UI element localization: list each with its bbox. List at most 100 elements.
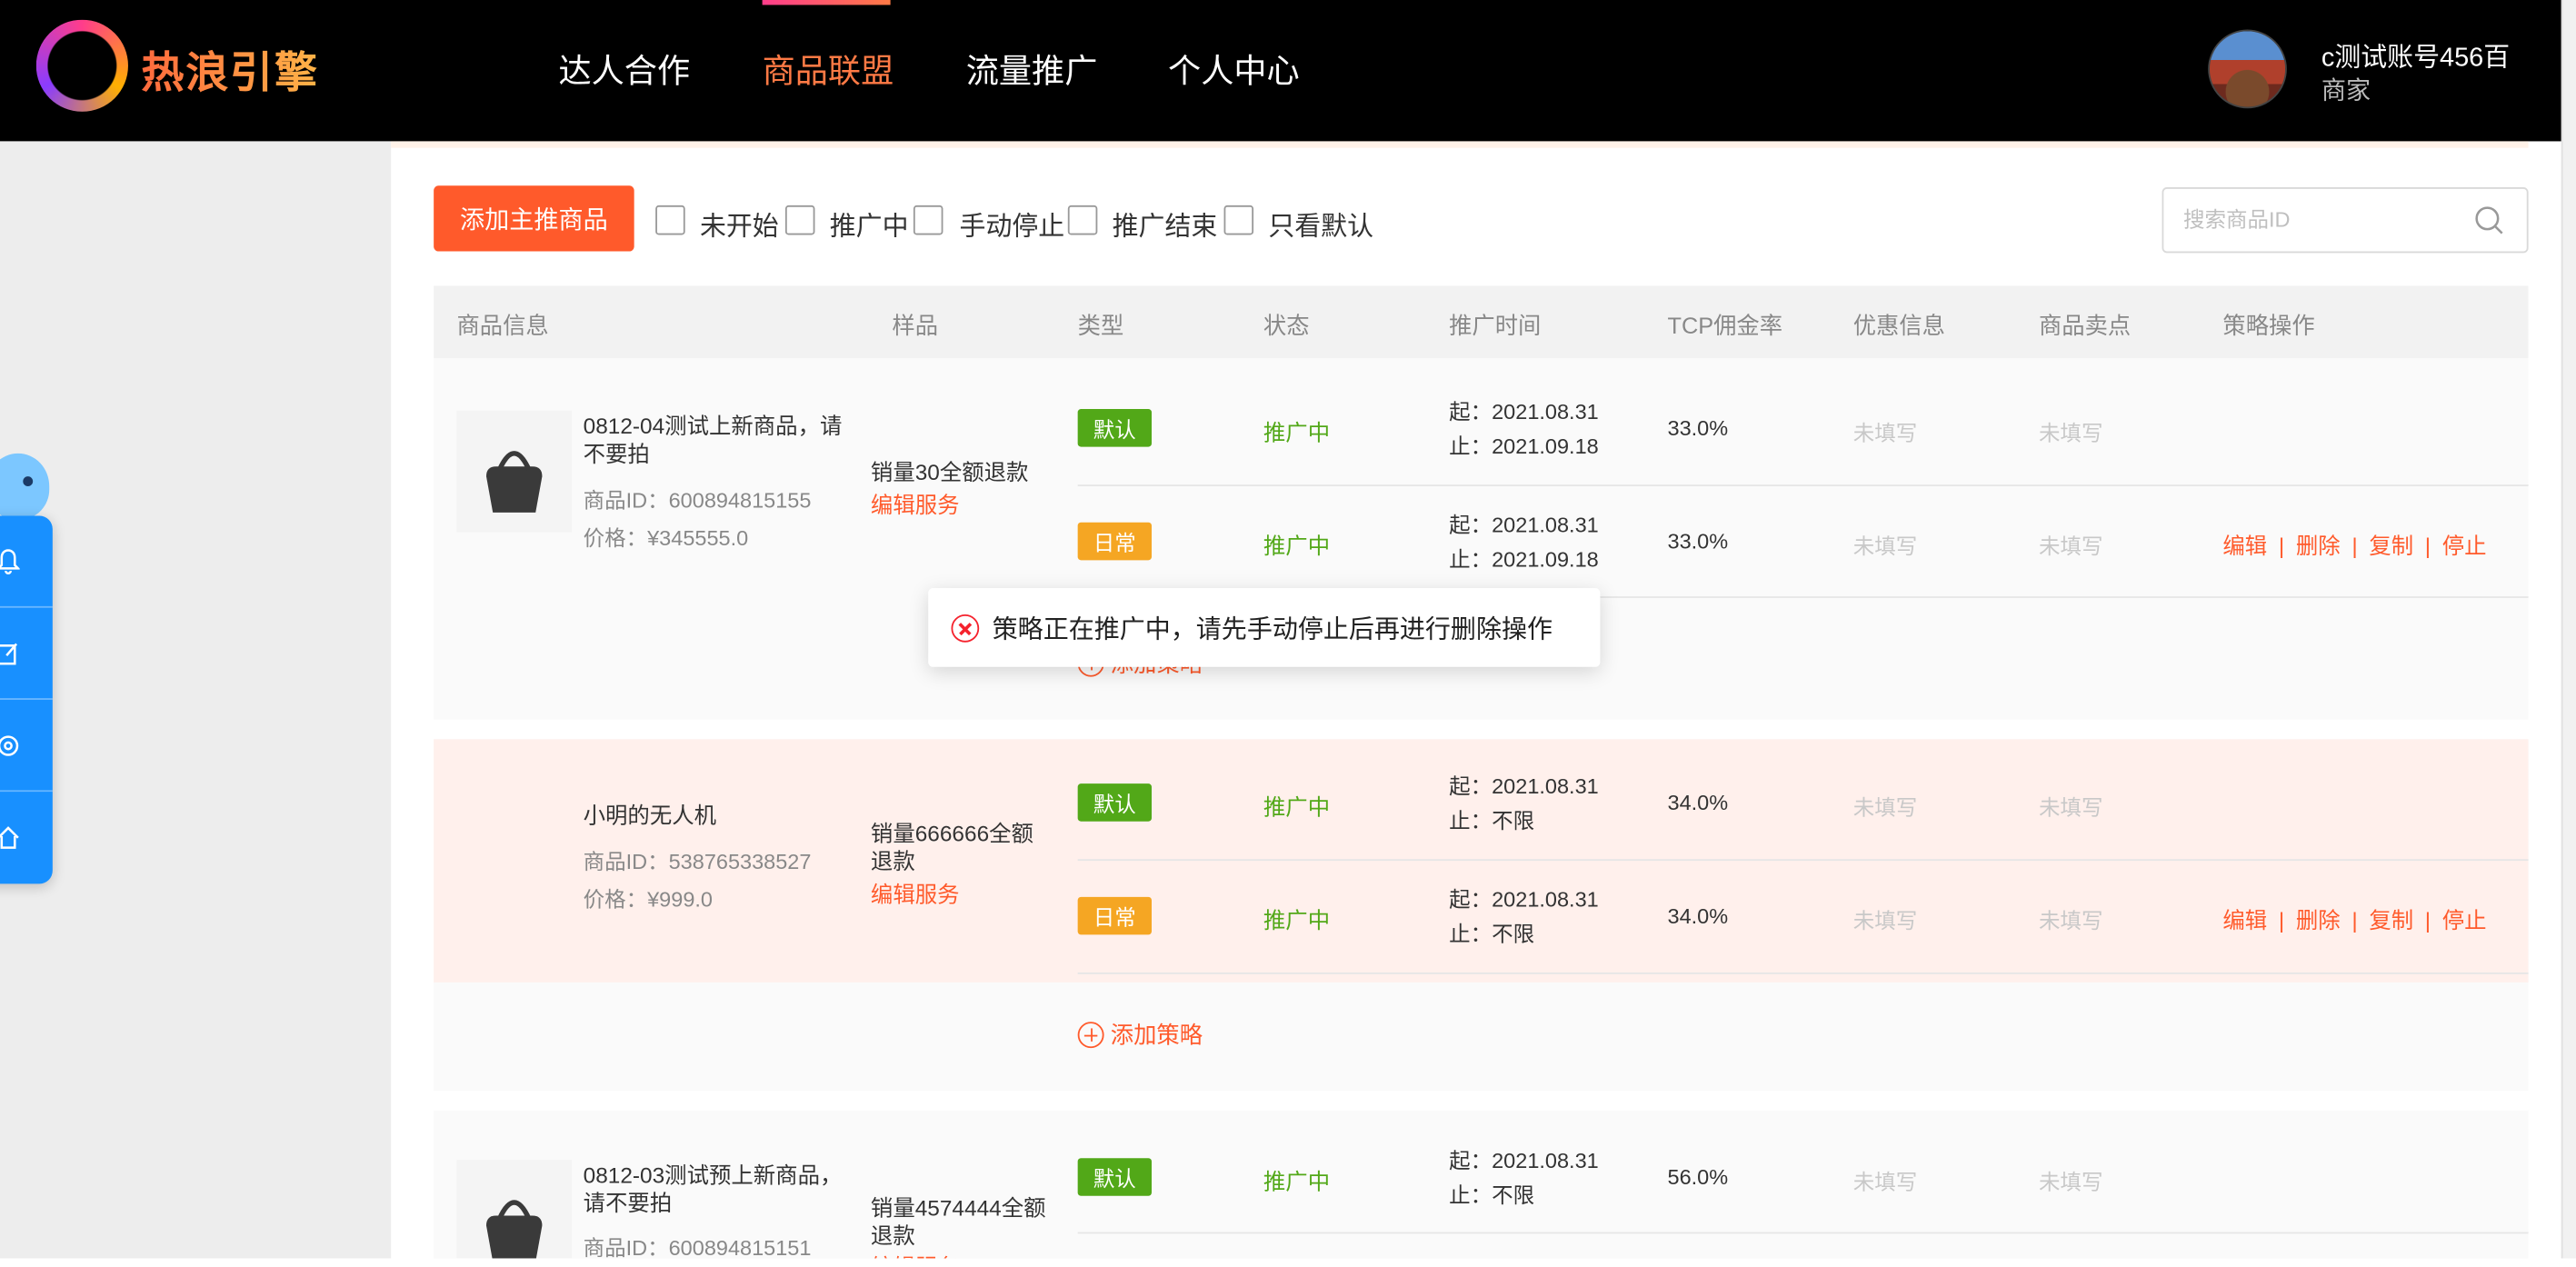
filter-manual-stop-checkbox[interactable] <box>913 205 944 235</box>
edit-link[interactable]: 编辑 <box>2222 908 2267 933</box>
product-name[interactable]: 0812-03测试预上新商品，请不要拍 <box>584 1162 846 1217</box>
bag-image-icon <box>485 451 543 513</box>
status-text: 推广中 <box>1263 534 1331 559</box>
tcp-rate: 33.0% <box>1667 415 1729 441</box>
strategy-ops: 编辑 | 删除 | 复制 | 停止 <box>2222 902 2486 934</box>
logo-icon[interactable] <box>35 19 128 112</box>
stop-link[interactable]: 停止 <box>2442 534 2487 558</box>
promo-start: 起：2021.08.31 <box>1449 773 1599 799</box>
col-strategy-ops: 策略操作 <box>2222 312 2315 339</box>
add-main-product-button[interactable]: 添加主推商品 <box>434 185 634 252</box>
mascot-eye <box>23 476 34 486</box>
nav-talent-cooperation[interactable]: 达人合作 <box>559 45 691 92</box>
edit-service-link[interactable]: 编辑服务 <box>871 875 960 908</box>
row-divider <box>1077 484 2529 486</box>
status-text: 推广中 <box>1263 1169 1331 1194</box>
filter-not-started-checkbox[interactable] <box>655 205 685 235</box>
tag-default-badge: 默认 <box>1077 783 1152 822</box>
ops-separator: | <box>2278 908 2285 933</box>
edit-service-link[interactable]: 编辑服务 <box>871 486 960 519</box>
filter-not-started-label[interactable]: 未开始 <box>700 204 779 243</box>
sample-info: 销量4574444全额退款 <box>870 1195 1046 1249</box>
promo-start: 起：2021.08.31 <box>1449 1148 1599 1173</box>
promo-end: 止：不限 <box>1449 1182 1535 1208</box>
ops-separator: | <box>2351 908 2358 933</box>
vertical-scrollbar[interactable] <box>2561 0 2576 1267</box>
filter-manual-stop-label[interactable]: 手动停止 <box>960 204 1065 243</box>
ops-separator: | <box>2351 534 2358 559</box>
product-id: 商品ID：600894815155 <box>583 487 812 513</box>
add-circle-icon <box>1077 1022 1104 1049</box>
user-role: 商家 <box>2321 76 2371 105</box>
nav-personal-center[interactable]: 个人中心 <box>1168 45 1300 92</box>
product-thumbnail[interactable] <box>456 1160 572 1267</box>
logo-text[interactable]: 热浪引擎 <box>141 39 318 100</box>
tag-default-badge: 默认 <box>1077 1158 1152 1196</box>
error-circle-icon <box>951 614 980 642</box>
col-tcp-rate: TCP佣金率 <box>1667 312 1783 339</box>
sample-info: 销量666666全额退款 <box>870 821 1033 874</box>
strategy-ops: 编辑 | 删除 | 复制 | 停止 <box>2222 527 2486 560</box>
filter-promoting-checkbox[interactable] <box>784 205 815 235</box>
status-text: 推广中 <box>1263 794 1331 820</box>
selling-point: 未填写 <box>2038 534 2103 559</box>
product-name[interactable]: 0812-04测试上新商品，请不要拍 <box>584 413 846 468</box>
tcp-rate: 56.0% <box>1667 1164 1729 1190</box>
col-type: 类型 <box>1077 312 1124 339</box>
col-sample: 样品 <box>892 312 939 339</box>
settings-icon[interactable] <box>0 700 53 793</box>
home-icon[interactable] <box>0 792 53 883</box>
product-price: 价格：¥345555.0 <box>583 525 749 551</box>
copy-link[interactable]: 复制 <box>2369 908 2413 933</box>
product-name[interactable]: 小明的无人机 <box>584 802 846 830</box>
nav-traffic-promotion[interactable]: 流量推广 <box>966 45 1098 92</box>
selling-point: 未填写 <box>2038 1169 2103 1194</box>
stop-link[interactable]: 停止 <box>2442 908 2487 933</box>
active-nav-indicator <box>762 0 891 5</box>
filter-ended-label[interactable]: 推广结束 <box>1113 204 1218 243</box>
product-thumbnail[interactable] <box>456 410 572 533</box>
discount-info: 未填写 <box>1852 420 1918 445</box>
promo-end: 止：2021.09.18 <box>1449 434 1599 459</box>
tcp-rate: 34.0% <box>1667 903 1729 929</box>
tag-daily-badge: 日常 <box>1077 522 1152 561</box>
nav-product-alliance[interactable]: 商品联盟 <box>763 45 894 92</box>
tcp-rate: 33.0% <box>1667 528 1729 554</box>
delete-link[interactable]: 删除 <box>2296 534 2341 558</box>
ops-separator: | <box>2424 534 2431 559</box>
copy-link[interactable]: 复制 <box>2369 534 2413 558</box>
delete-link[interactable]: 删除 <box>2296 908 2341 933</box>
toast-message: 策略正在推广中，请先手动停止后再进行删除操作 <box>992 615 1553 644</box>
edit-note-icon[interactable] <box>0 608 53 700</box>
tag-default-badge: 默认 <box>1077 409 1152 447</box>
filter-default-only-label[interactable]: 只看默认 <box>1268 204 1373 243</box>
col-status: 状态 <box>1263 312 1310 339</box>
ops-separator: | <box>2278 534 2285 559</box>
search-icon[interactable] <box>2474 205 2504 235</box>
tag-daily-badge: 日常 <box>1077 896 1152 935</box>
col-promo-time: 推广时间 <box>1449 312 1542 339</box>
notification-bell-icon[interactable] <box>0 516 53 608</box>
promo-end: 止：不限 <box>1449 921 1535 947</box>
avatar[interactable] <box>2208 29 2287 109</box>
col-selling-point: 商品卖点 <box>2038 312 2132 339</box>
bottom-edge <box>0 1258 2576 1267</box>
status-text: 推广中 <box>1263 420 1331 445</box>
product-id: 商品ID：600894815151 <box>583 1235 812 1261</box>
filter-ended-checkbox[interactable] <box>1067 205 1098 235</box>
user-name[interactable]: c测试账号456百 <box>2321 35 2510 74</box>
left-sidebar-area <box>0 141 392 1267</box>
selling-point: 未填写 <box>2038 420 2103 445</box>
filter-default-only-checkbox[interactable] <box>1223 205 1254 235</box>
selling-point: 未填写 <box>2038 908 2103 933</box>
promo-start: 起：2021.08.31 <box>1449 886 1599 913</box>
selling-point: 未填写 <box>2038 794 2103 820</box>
bag-image-icon <box>485 1200 543 1262</box>
add-strategy-link[interactable]: 添加策略 <box>1077 1019 1203 1052</box>
filter-promoting-label[interactable]: 推广中 <box>830 204 909 243</box>
row-divider <box>1077 1232 2529 1234</box>
edit-link[interactable]: 编辑 <box>2222 534 2267 558</box>
col-discount: 优惠信息 <box>1852 312 1945 339</box>
promo-start: 起：2021.08.31 <box>1449 399 1599 424</box>
add-strategy-label: 添加策略 <box>1110 1022 1203 1049</box>
